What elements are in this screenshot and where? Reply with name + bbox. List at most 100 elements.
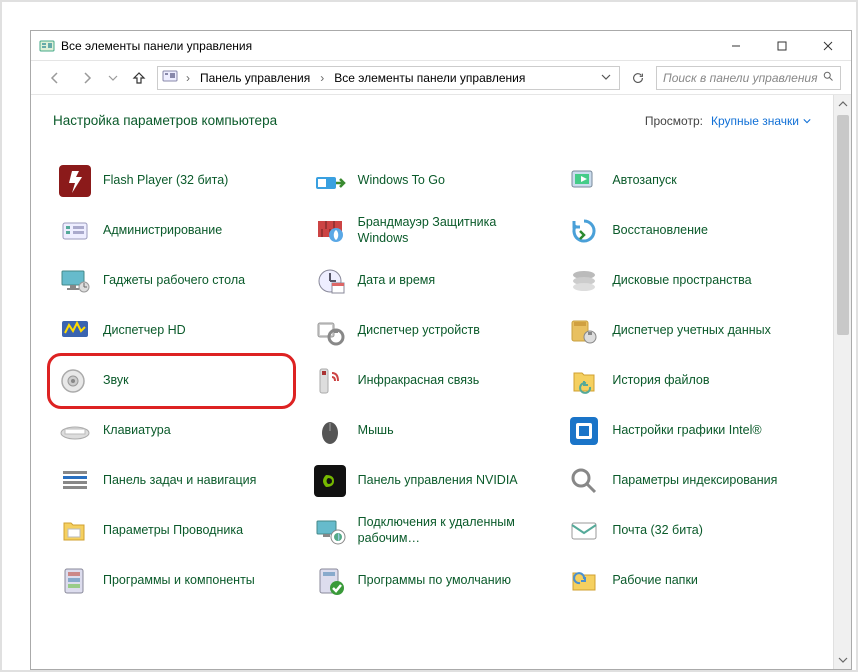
item-icon [312, 413, 348, 449]
recent-locations-button[interactable] [105, 65, 121, 91]
control-panel-icon [39, 38, 55, 54]
control-panel-item[interactable]: Восстановление [562, 206, 811, 256]
address-bar[interactable]: › Панель управления › Все элементы панел… [157, 66, 620, 90]
item-label: Гаджеты рабочего стола [103, 273, 245, 289]
item-icon [312, 163, 348, 199]
item-label: Клавиатура [103, 423, 171, 439]
control-panel-item[interactable]: Диспетчер учетных данных [562, 306, 811, 356]
control-panel-item[interactable]: Почта (32 бита) [562, 506, 811, 556]
item-label: Диспетчер учетных данных [612, 323, 771, 339]
item-label: Инфракрасная связь [358, 373, 480, 389]
item-label: Почта (32 бита) [612, 523, 703, 539]
control-panel-item[interactable]: Windows To Go [308, 156, 557, 206]
item-label: Дисковые пространства [612, 273, 751, 289]
scroll-down-icon[interactable] [834, 651, 851, 669]
control-panel-item[interactable]: Flash Player (32 бита) [53, 156, 302, 206]
item-label: Диспетчер HD [103, 323, 186, 339]
refresh-button[interactable] [624, 66, 652, 90]
item-label: История файлов [612, 373, 709, 389]
address-dropdown-icon[interactable] [597, 71, 615, 85]
item-icon [312, 363, 348, 399]
item-icon [566, 463, 602, 499]
item-label: Рабочие папки [612, 573, 698, 589]
control-panel-item[interactable]: Клавиатура [53, 406, 302, 456]
minimize-button[interactable] [713, 31, 759, 61]
control-panel-item[interactable]: Панель управления NVIDIA [308, 456, 557, 506]
item-icon [57, 313, 93, 349]
control-panel-item[interactable]: Инфракрасная связь [308, 356, 557, 406]
view-selector[interactable]: Крупные значки [711, 114, 811, 128]
scrollbar[interactable] [833, 95, 851, 669]
item-label: Параметры Проводника [103, 523, 243, 539]
scroll-up-icon[interactable] [834, 95, 851, 113]
view-label: Просмотр: [645, 114, 703, 128]
item-icon [312, 313, 348, 349]
item-label: Мышь [358, 423, 394, 439]
item-icon [57, 563, 93, 599]
item-label: Дата и время [358, 273, 436, 289]
search-placeholder: Поиск в панели управления [663, 71, 822, 85]
header-row: Настройка параметров компьютера Просмотр… [53, 113, 811, 128]
window-title: Все элементы панели управления [61, 39, 713, 53]
control-panel-item[interactable]: Программы по умолчанию [308, 556, 557, 606]
control-panel-item[interactable]: Дата и время [308, 256, 557, 306]
item-icon [57, 513, 93, 549]
body: Настройка параметров компьютера Просмотр… [31, 95, 833, 669]
control-panel-item[interactable]: Рабочие папки [562, 556, 811, 606]
breadcrumb-root[interactable]: Панель управления [198, 69, 312, 87]
control-panel-item[interactable]: Брандмауэр Защитника Windows [308, 206, 557, 256]
item-icon [566, 263, 602, 299]
chevron-right-icon[interactable]: › [316, 71, 328, 85]
item-icon [566, 163, 602, 199]
item-icon [566, 213, 602, 249]
control-panel-item[interactable]: Гаджеты рабочего стола [53, 256, 302, 306]
control-panel-item[interactable]: Панель задач и навигация [53, 456, 302, 506]
nav-bar: › Панель управления › Все элементы панел… [31, 61, 851, 95]
breadcrumb-current[interactable]: Все элементы панели управления [332, 69, 527, 87]
item-icon [312, 213, 348, 249]
item-label: Панель управления NVIDIA [358, 473, 518, 489]
control-panel-item[interactable]: Администрирование [53, 206, 302, 256]
search-icon [822, 70, 834, 85]
item-icon [57, 263, 93, 299]
scroll-thumb[interactable] [837, 115, 849, 335]
highlight-ring [47, 353, 296, 409]
up-button[interactable] [125, 65, 153, 91]
title-bar: Все элементы панели управления [31, 31, 851, 61]
control-panel-item[interactable]: Диспетчер HD [53, 306, 302, 356]
window: Все элементы панели управления [30, 30, 852, 670]
item-icon [57, 213, 93, 249]
chevron-right-icon[interactable]: › [182, 71, 194, 85]
item-icon [312, 263, 348, 299]
item-label: Восстановление [612, 223, 708, 239]
control-panel-item[interactable]: История файлов [562, 356, 811, 406]
control-panel-item[interactable]: Подключения к удаленным рабочим… [308, 506, 557, 556]
item-label: Диспетчер устройств [358, 323, 480, 339]
item-icon [566, 363, 602, 399]
item-icon [57, 463, 93, 499]
control-panel-item[interactable]: Дисковые пространства [562, 256, 811, 306]
control-panel-item[interactable]: Автозапуск [562, 156, 811, 206]
item-icon [312, 513, 348, 549]
item-icon [566, 563, 602, 599]
content-area: Настройка параметров компьютера Просмотр… [31, 95, 851, 669]
search-input[interactable]: Поиск в панели управления [656, 66, 841, 90]
view-value: Крупные значки [711, 114, 799, 128]
page-title: Настройка параметров компьютера [53, 113, 645, 128]
item-icon [312, 563, 348, 599]
close-button[interactable] [805, 31, 851, 61]
control-panel-item[interactable]: Параметры Проводника [53, 506, 302, 556]
maximize-button[interactable] [759, 31, 805, 61]
item-label: Параметры индексирования [612, 473, 777, 489]
item-icon [566, 413, 602, 449]
control-panel-item[interactable]: Мышь [308, 406, 557, 456]
item-icon [57, 413, 93, 449]
control-panel-item[interactable]: Параметры индексирования [562, 456, 811, 506]
item-label: Брандмауэр Защитника Windows [358, 215, 528, 246]
forward-button[interactable] [73, 65, 101, 91]
control-panel-item[interactable]: Диспетчер устройств [308, 306, 557, 356]
control-panel-small-icon [162, 68, 178, 87]
control-panel-item[interactable]: Настройки графики Intel® [562, 406, 811, 456]
back-button[interactable] [41, 65, 69, 91]
control-panel-item[interactable]: Программы и компоненты [53, 556, 302, 606]
